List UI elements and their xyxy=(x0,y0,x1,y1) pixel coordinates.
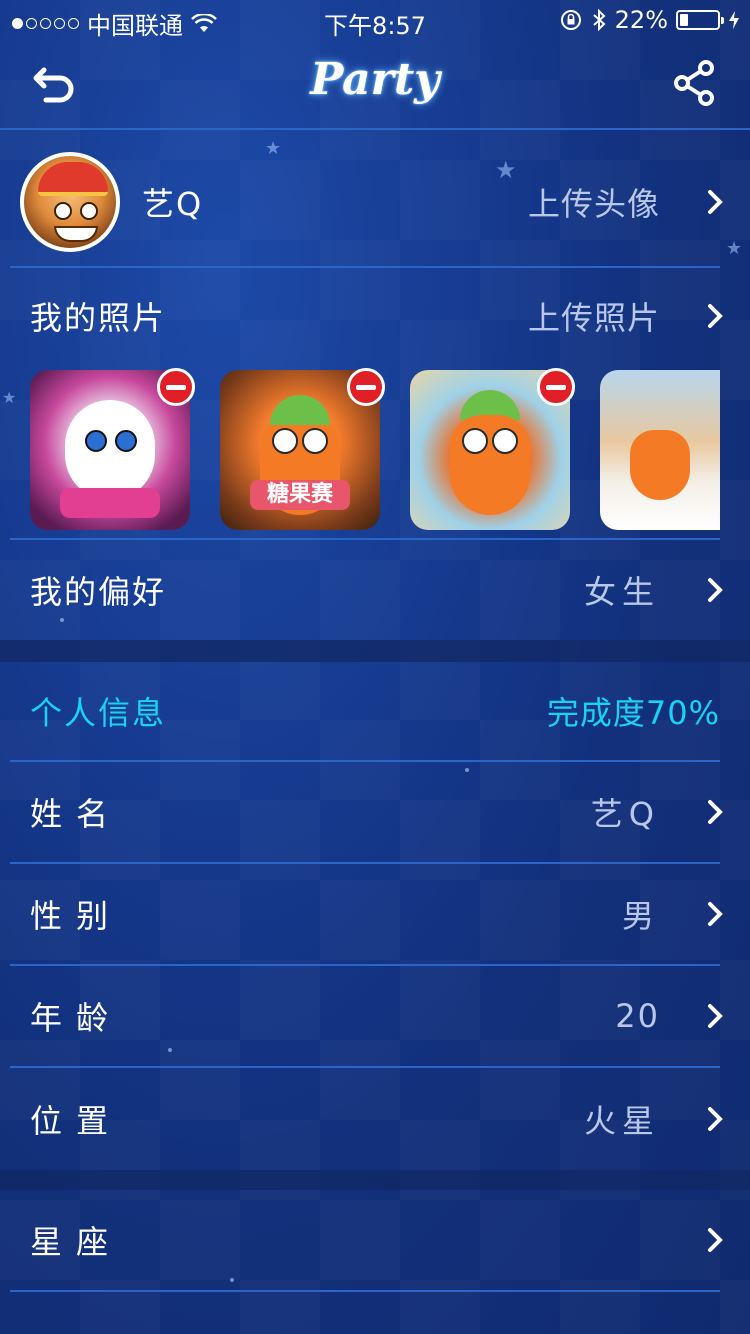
completion-status: 完成度70% xyxy=(546,694,720,732)
section-separator xyxy=(0,1170,750,1190)
zodiac-row[interactable]: 星座 xyxy=(10,1190,723,1292)
personal-info-title: 个人信息 xyxy=(30,694,167,732)
delete-photo-icon[interactable] xyxy=(347,368,385,406)
info-row-value: 20 xyxy=(615,997,660,1035)
battery-level xyxy=(680,14,688,26)
chevron-right-icon xyxy=(708,1228,723,1252)
info-row-label: 年龄 xyxy=(30,999,123,1037)
chevron-right-icon xyxy=(708,1107,723,1131)
nickname: 艺Q xyxy=(142,185,204,223)
page-title: Party xyxy=(310,54,440,105)
info-row-label: 姓名 xyxy=(30,795,123,833)
rotation-lock-icon xyxy=(560,10,581,30)
charging-bolt-icon xyxy=(729,11,739,29)
zodiac-label: 星座 xyxy=(30,1223,123,1261)
delete-photo-icon[interactable] xyxy=(157,368,195,406)
info-row-gender[interactable]: 性别 男 xyxy=(10,864,723,966)
bluetooth-icon xyxy=(592,8,606,32)
photos-row[interactable]: 我的照片 上传照片 xyxy=(10,268,723,364)
navigation-bar: Party xyxy=(0,40,750,130)
photo-caption: 糖果赛 xyxy=(250,480,350,510)
info-row-value: 男 xyxy=(621,897,660,935)
info-row-value: 火星 xyxy=(583,1102,660,1140)
share-icon[interactable] xyxy=(670,58,720,108)
chevron-right-icon xyxy=(708,1004,723,1028)
info-row-age[interactable]: 年龄 20 xyxy=(10,966,723,1068)
preference-row[interactable]: 我的偏好 女生 xyxy=(10,540,723,640)
photo-thumbnail[interactable] xyxy=(600,370,720,530)
info-row-name[interactable]: 姓名 艺Q xyxy=(10,762,723,864)
star-decoration: ★ xyxy=(726,238,743,259)
preference-label: 我的偏好 xyxy=(30,573,167,611)
avatar[interactable] xyxy=(20,152,120,252)
photo-gallery[interactable]: 糖果赛 xyxy=(30,368,720,530)
chevron-right-icon xyxy=(708,800,723,824)
preference-value: 女生 xyxy=(583,573,660,611)
battery-percent: 22% xyxy=(614,6,668,34)
delete-photo-icon[interactable] xyxy=(537,368,575,406)
chevron-right-icon xyxy=(708,190,723,214)
photos-label: 我的照片 xyxy=(30,299,167,337)
chevron-right-icon xyxy=(708,902,723,926)
upload-avatar-link[interactable]: 上传头像 xyxy=(528,179,660,225)
battery-icon xyxy=(676,10,724,30)
info-row-location[interactable]: 位置 火星 xyxy=(10,1068,723,1170)
profile-row[interactable]: 艺Q 上传头像 xyxy=(10,138,723,268)
status-right: 22% xyxy=(559,6,740,34)
info-row-label: 性别 xyxy=(30,897,123,935)
personal-info-header: 个人信息 完成度70% xyxy=(10,662,720,762)
info-row-value: 艺Q xyxy=(590,795,660,833)
section-separator xyxy=(0,640,750,662)
star-decoration: ★ xyxy=(2,388,17,407)
chevron-right-icon xyxy=(708,304,723,328)
upload-photo-link[interactable]: 上传照片 xyxy=(528,293,660,339)
chevron-right-icon xyxy=(708,578,723,602)
info-row-label: 位置 xyxy=(30,1102,123,1140)
status-bar: 中国联通 下午8:57 22% xyxy=(0,0,750,40)
